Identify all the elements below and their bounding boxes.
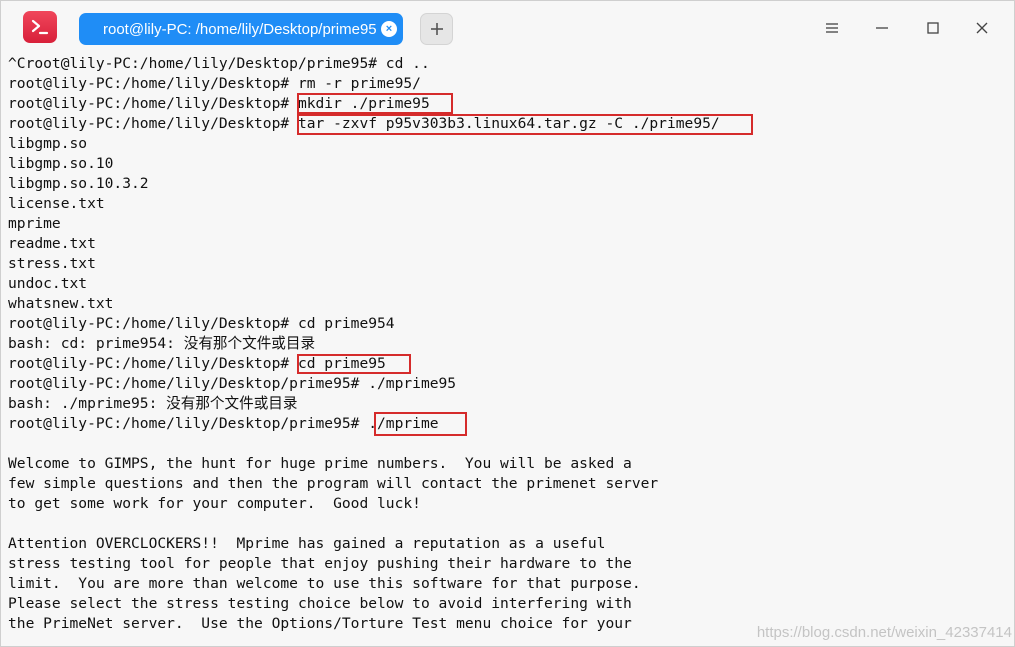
terminal-line: root@lily-PC:/home/lily/Desktop# mkdir .… (8, 95, 430, 112)
terminal-line: undoc.txt (8, 275, 88, 292)
menu-button[interactable] (817, 13, 847, 43)
terminal-line: ^Croot@lily-PC:/home/lily/Desktop/prime9… (8, 55, 430, 72)
terminal-line: few simple questions and then the progra… (8, 475, 659, 492)
close-icon (976, 22, 988, 34)
terminal-line: whatsnew.txt (8, 295, 114, 312)
terminal-text: ^Croot@lily-PC:/home/lily/Desktop/prime9… (8, 54, 720, 634)
minimize-icon (876, 27, 888, 29)
terminal-line: libgmp.so.10.3.2 (8, 175, 149, 192)
terminal-line: root@lily-PC:/home/lily/Desktop/prime95#… (8, 415, 439, 432)
terminal-line: Attention OVERCLOCKERS!! Mprime has gain… (8, 535, 606, 552)
hamburger-menu-icon (826, 23, 838, 33)
terminal-line: bash: cd: prime954: 没有那个文件或目录 (8, 335, 316, 352)
terminal-line: bash: ./mprime95: 没有那个文件或目录 (8, 395, 298, 412)
close-button[interactable] (967, 13, 997, 43)
terminal-line: license.txt (8, 195, 105, 212)
minimize-button[interactable] (867, 13, 897, 43)
terminal-line: root@lily-PC:/home/lily/Desktop/prime95#… (8, 375, 457, 392)
terminal-window: root@lily-PC: /home/lily/Desktop/prime95… (0, 0, 1015, 647)
terminal-line: mprime (8, 215, 61, 232)
terminal-line: the PrimeNet server. Use the Options/Tor… (8, 615, 632, 632)
terminal-line: readme.txt (8, 235, 96, 252)
tab-terminal[interactable]: root@lily-PC: /home/lily/Desktop/prime95… (79, 13, 403, 45)
tab-title: root@lily-PC: /home/lily/Desktop/prime95 (103, 20, 377, 38)
plus-icon (430, 23, 443, 35)
maximize-button[interactable] (918, 13, 948, 43)
terminal-line: root@lily-PC:/home/lily/Desktop# rm -r p… (8, 75, 421, 92)
watermark: https://blog.csdn.net/weixin_42337414 (756, 624, 1012, 641)
terminal-line: to get some work for your computer. Good… (8, 495, 421, 512)
tab-close-button[interactable]: × (381, 21, 397, 37)
terminal-line: root@lily-PC:/home/lily/Desktop# tar -zx… (8, 115, 720, 132)
terminal-line: stress testing tool for people that enjo… (8, 555, 632, 572)
terminal-line: root@lily-PC:/home/lily/Desktop# cd prim… (8, 315, 395, 332)
terminal-line: stress.txt (8, 255, 96, 272)
terminal-line: Welcome to GIMPS, the hunt for huge prim… (8, 455, 632, 472)
maximize-icon (927, 22, 939, 34)
terminal-line: libgmp.so.10 (8, 155, 114, 172)
terminal-line: Please select the stress testing choice … (8, 595, 632, 612)
terminal-output[interactable]: ^Croot@lily-PC:/home/lily/Desktop/prime9… (1, 53, 1014, 646)
terminal-line: limit. You are more than welcome to use … (8, 575, 641, 592)
terminal-line: libgmp.so (8, 135, 88, 152)
terminal-icon[interactable] (23, 11, 57, 43)
new-tab-button[interactable] (420, 13, 453, 45)
terminal-line: root@lily-PC:/home/lily/Desktop# cd prim… (8, 355, 386, 372)
title-bar[interactable]: root@lily-PC: /home/lily/Desktop/prime95… (1, 1, 1014, 53)
